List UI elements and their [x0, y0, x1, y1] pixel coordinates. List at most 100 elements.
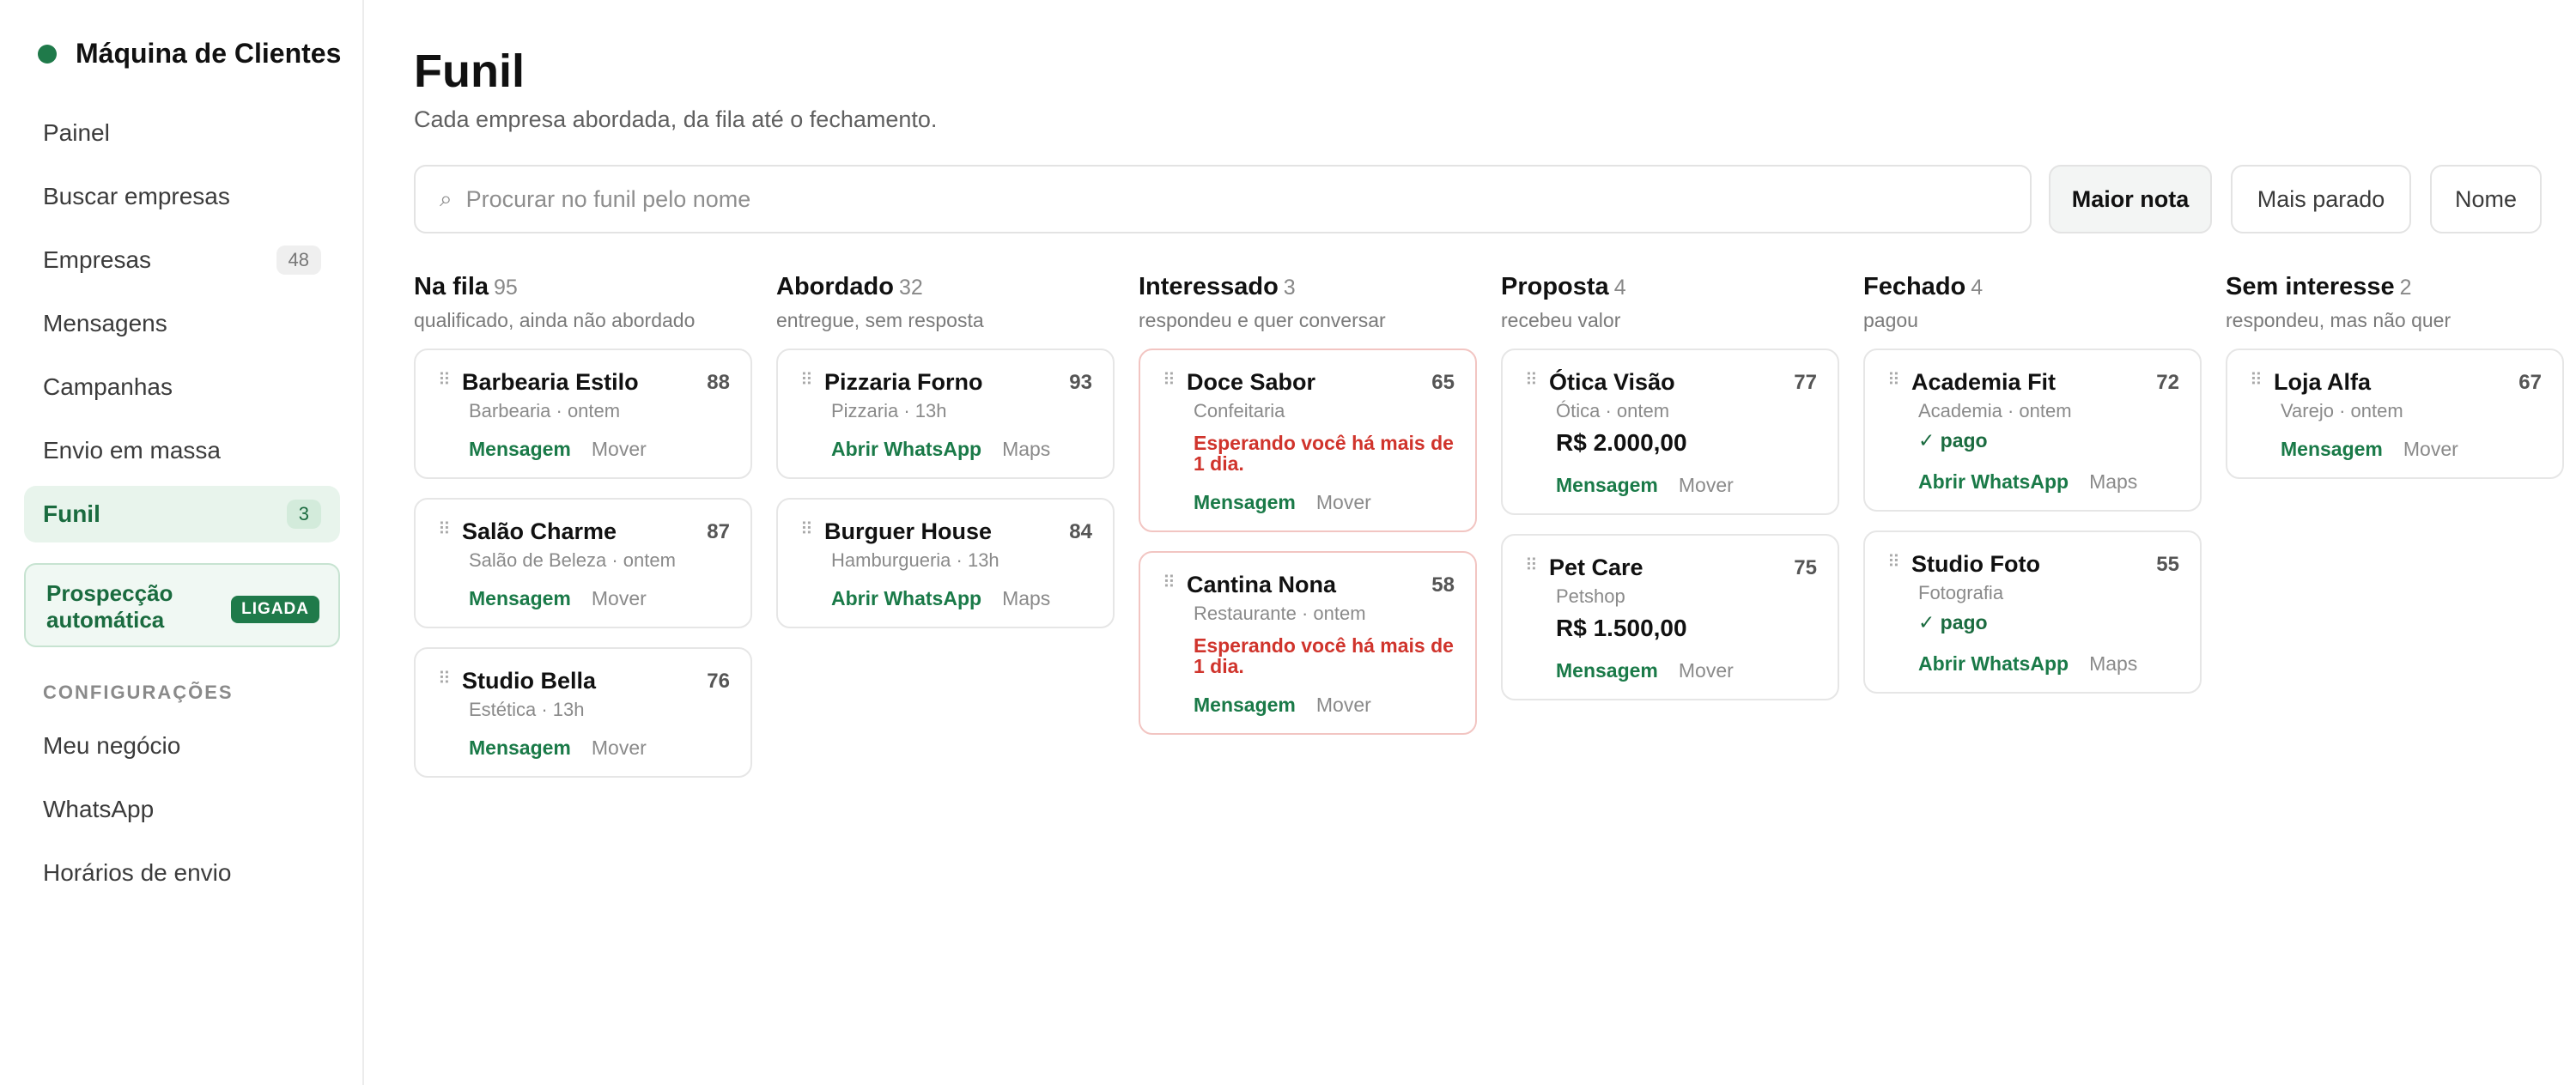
column-desc: respondeu, mas não quer [2226, 309, 2451, 331]
move-button[interactable]: Mover [1679, 474, 1734, 496]
column-fechado: Fechado 4 pagou ⠿ Academia Fit 72 Academi… [1863, 273, 2202, 694]
lead-card[interactable]: ⠿ Ótica Visão 77 Ótica · ontem R$ 2.000,… [1501, 349, 1839, 515]
column-na-fila: Na fila 95 qualificado, ainda não abordad… [414, 273, 752, 778]
move-button[interactable]: Mover [1316, 694, 1371, 716]
brand-dot-icon [38, 44, 57, 64]
column-proposta: Proposta 4 recebeu valor ⠿ Ótica Visão 77… [1501, 273, 1839, 700]
sort-button-nome[interactable]: Nome [2430, 165, 2542, 233]
maps-button[interactable]: Maps [2089, 470, 2137, 493]
sidebar-item-label: Funil [43, 500, 100, 527]
lead-score: 84 [1069, 520, 1092, 543]
move-button[interactable]: Mover [592, 587, 647, 609]
drag-handle-icon[interactable]: ⠿ [800, 369, 813, 391]
move-button[interactable]: Mover [592, 438, 647, 460]
drag-handle-icon[interactable]: ⠿ [800, 518, 813, 540]
column-title: Fechado [1863, 273, 1966, 300]
lead-card[interactable]: ⠿ Studio Foto 55 Fotografia ✓ pago Abrir… [1863, 530, 2202, 694]
lead-score: 77 [1794, 371, 1817, 394]
sidebar-item-painel[interactable]: Painel [24, 105, 340, 161]
drag-handle-icon[interactable]: ⠿ [438, 518, 451, 540]
drag-handle-icon[interactable]: ⠿ [1163, 572, 1176, 593]
message-button[interactable]: Mensagem [469, 438, 571, 460]
lead-name: Doce Sabor [1187, 369, 1316, 395]
lead-card[interactable]: ⠿ Studio Bella 76 Estética · 13h Mensage… [414, 647, 752, 778]
message-button[interactable]: Mensagem [1556, 474, 1658, 496]
maps-button[interactable]: Maps [1002, 587, 1050, 609]
search-box[interactable]: ⌕ [414, 165, 2032, 233]
status-badge: LIGADA [231, 596, 319, 623]
sort-button-maior-nota[interactable]: Maior nota [2049, 165, 2212, 233]
drag-handle-icon[interactable]: ⠿ [1525, 555, 1538, 576]
drag-handle-icon[interactable]: ⠿ [2250, 369, 2263, 391]
lead-meta: Salão de Beleza · ontem [469, 549, 676, 571]
brand[interactable]: Máquina de Clientes [38, 38, 341, 70]
sidebar-item-envio-em-massa[interactable]: Envio em massa [24, 422, 340, 479]
sidebar-item-label: Empresas [43, 246, 152, 273]
column-header: Proposta 4 [1501, 273, 1839, 307]
lead-score: 55 [2156, 553, 2179, 576]
column-count: 4 [1613, 276, 1626, 300]
drag-handle-icon[interactable]: ⠿ [1887, 369, 1900, 391]
lead-card[interactable]: ⠿ Pet Care 75 Petshop R$ 1.500,00 Mensag… [1501, 534, 1839, 700]
lead-meta: Hamburgueria · 13h [831, 549, 999, 571]
lead-name: Ótica Visão [1549, 369, 1675, 395]
sidebar-item-whatsapp[interactable]: WhatsApp [24, 781, 340, 838]
sidebar-item-buscar-empresas[interactable]: Buscar empresas [24, 168, 340, 225]
drag-handle-icon[interactable]: ⠿ [1525, 369, 1538, 391]
sidebar-item-label: Mensagens [43, 310, 167, 336]
sidebar: Máquina de Clientes Painel Buscar empres… [0, 0, 364, 1085]
move-button[interactable]: Mover [1679, 659, 1734, 682]
search-input[interactable] [465, 185, 1926, 213]
lead-card[interactable]: ⠿ Doce Sabor 65 Confeitaria Esperando vo… [1139, 349, 1477, 532]
proposal-value: R$ 2.000,00 [1556, 429, 1687, 456]
sidebar-item-meu-negocio[interactable]: Meu negócio [24, 718, 340, 774]
message-button[interactable]: Mensagem [469, 736, 571, 759]
open-whatsapp-button[interactable]: Abrir WhatsApp [831, 438, 981, 460]
sidebar-item-campanhas[interactable]: Campanhas [24, 359, 340, 415]
open-whatsapp-button[interactable]: Abrir WhatsApp [831, 587, 981, 609]
lead-card[interactable]: ⠿ Salão Charme 87 Salão de Beleza · onte… [414, 498, 752, 628]
sort-button-mais-parado[interactable]: Mais parado [2231, 165, 2411, 233]
drag-handle-icon[interactable]: ⠿ [438, 369, 451, 391]
message-button[interactable]: Mensagem [1194, 491, 1296, 513]
move-button[interactable]: Mover [2403, 438, 2458, 460]
page-subtitle: Cada empresa abordada, da fila até o fec… [414, 106, 938, 132]
column-desc: recebeu valor [1501, 309, 1621, 331]
maps-button[interactable]: Maps [2089, 652, 2137, 675]
lead-card[interactable]: ⠿ Academia Fit 72 Academia · ontem ✓ pag… [1863, 349, 2202, 512]
lead-score: 58 [1431, 573, 1455, 597]
waiting-warning: Esperando você há mais de 1 dia. [1194, 432, 1454, 475]
sidebar-item-mensagens[interactable]: Mensagens [24, 295, 340, 352]
message-button[interactable]: Mensagem [2281, 438, 2383, 460]
message-button[interactable]: Mensagem [1556, 659, 1658, 682]
move-button[interactable]: Mover [592, 736, 647, 759]
lead-card[interactable]: ⠿ Barbearia Estilo 88 Barbearia · ontem … [414, 349, 752, 479]
lead-meta: Academia · ontem [1918, 400, 2072, 421]
lead-name: Cantina Nona [1187, 572, 1337, 597]
column-header: Sem interesse 2 [2226, 273, 2564, 307]
open-whatsapp-button[interactable]: Abrir WhatsApp [1918, 470, 2069, 493]
column-count: 32 [898, 276, 923, 300]
sidebar-item-horarios-de-envio[interactable]: Horários de envio [24, 845, 340, 901]
sidebar-item-empresas[interactable]: Empresas 48 [24, 232, 340, 288]
lead-name: Salão Charme [462, 518, 617, 544]
lead-card[interactable]: ⠿ Loja Alfa 67 Varejo · ontem Mensagem Mo… [2226, 349, 2564, 479]
lead-card[interactable]: ⠿ Pizzaria Forno 93 Pizzaria · 13h Abrir… [776, 349, 1115, 479]
message-button[interactable]: Mensagem [469, 587, 571, 609]
lead-card[interactable]: ⠿ Cantina Nona 58 Restaurante · ontem Es… [1139, 551, 1477, 735]
open-whatsapp-button[interactable]: Abrir WhatsApp [1918, 652, 2069, 675]
paid-badge: ✓ pago [1918, 429, 1988, 452]
maps-button[interactable]: Maps [1002, 438, 1050, 460]
drag-handle-icon[interactable]: ⠿ [1163, 369, 1176, 391]
sidebar-item-funil[interactable]: Funil 3 [24, 486, 340, 542]
drag-handle-icon[interactable]: ⠿ [438, 668, 451, 689]
page-title: Funil [414, 45, 525, 97]
lead-name: Pet Care [1549, 555, 1643, 580]
drag-handle-icon[interactable]: ⠿ [1887, 551, 1900, 573]
move-button[interactable]: Mover [1316, 491, 1371, 513]
auto-prospect-toggle[interactable]: Prospecção automática LIGADA [24, 563, 340, 647]
message-button[interactable]: Mensagem [1194, 694, 1296, 716]
lead-card[interactable]: ⠿ Burguer House 84 Hamburgueria · 13h Ab… [776, 498, 1115, 628]
proposal-value: R$ 1.500,00 [1556, 615, 1687, 641]
lead-meta: Ótica · ontem [1556, 400, 1670, 421]
